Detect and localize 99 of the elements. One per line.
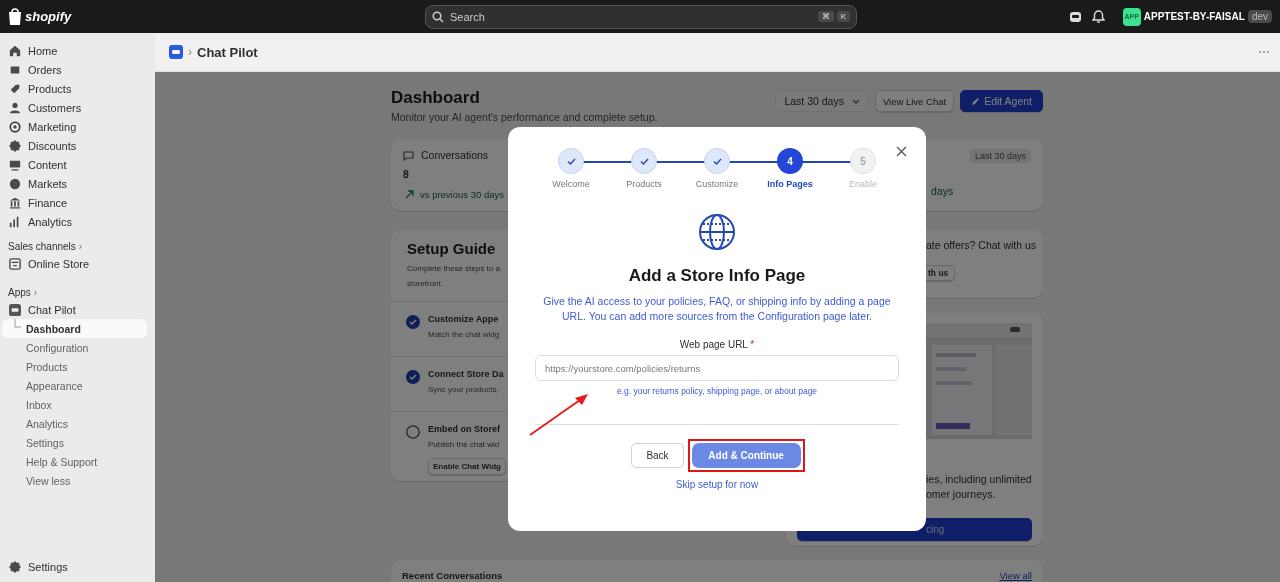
trend-text: days	[931, 185, 954, 197]
enable-widget-button[interactable]: Enable Chat Widg	[428, 458, 506, 475]
nav-item[interactable]: Online Store	[8, 254, 147, 273]
shortcut-key: K	[836, 11, 850, 22]
date-filter[interactable]: Last 30 days	[775, 90, 869, 112]
nav-item[interactable]: Marketing	[8, 117, 147, 136]
nav-icon	[9, 101, 21, 114]
nav-item[interactable]: Customers	[8, 98, 147, 117]
nav-sub-item[interactable]: Settings	[8, 433, 147, 452]
nav-item[interactable]: Products	[8, 79, 147, 98]
nav-sub-item[interactable]: Inbox	[8, 395, 147, 414]
step-label: Welcome	[552, 179, 590, 189]
step-title: Connect Store Da	[428, 369, 504, 379]
nav-item[interactable]: Markets	[8, 174, 147, 193]
period-badge: Last 30 days	[969, 149, 1031, 163]
nav-sub-item[interactable]: Analytics	[8, 414, 147, 433]
gear-icon	[9, 560, 21, 573]
check-icon	[712, 157, 722, 165]
app-icon	[169, 45, 183, 59]
store-icon	[9, 257, 21, 270]
nav-sub-item[interactable]: Help & Support	[8, 452, 147, 471]
shortcut-key: ⌘	[817, 11, 834, 22]
nav-item[interactable]: Home	[8, 41, 147, 60]
field-hint: e.g. your returns policy, shipping page, or about page	[616, 386, 818, 396]
search-field[interactable]: Search ⌘ K	[425, 4, 857, 29]
step-title: Embed on Storef	[428, 424, 500, 434]
step-label: Enable	[849, 179, 877, 189]
trend-up-icon	[405, 190, 414, 199]
page-title: Chat Pilot	[197, 44, 258, 60]
step-title: Customize Appe	[428, 314, 499, 324]
setup-guide-text: storefront.	[407, 278, 443, 290]
promo-text: ate offers? Chat with us	[926, 238, 1038, 253]
nav-item[interactable]: Orders	[8, 60, 147, 79]
url-input-field[interactable]: https://yourstore.com/policies/returns	[535, 355, 899, 381]
stat-value: 8	[403, 168, 410, 180]
view-all-link[interactable]: View all	[999, 570, 1032, 582]
view-less-link[interactable]: View less	[8, 471, 147, 490]
dashboard-subtitle: Monitor your AI agent's performance and complete setup.	[391, 111, 658, 123]
nav-icon	[9, 215, 21, 228]
nav-sub-item[interactable]: Products	[8, 357, 147, 376]
search-icon	[432, 10, 444, 23]
nav-sub-item[interactable]: Appearance	[8, 376, 147, 395]
nav-sub-item[interactable]: Configuration	[8, 338, 147, 357]
nav-icon	[9, 177, 21, 190]
tree-line-icon	[14, 319, 22, 331]
view-live-chat-button[interactable]: View Live Chat	[874, 90, 955, 112]
nav-sub-item[interactable]: Dashboard	[2, 319, 147, 338]
plan-text: omer journeys.	[926, 487, 997, 502]
step-label: Products	[626, 179, 662, 189]
dialog-title: Add a Store Info Page	[628, 266, 806, 286]
breadcrumb-separator: ›	[188, 45, 192, 59]
logo-text[interactable]: shopify	[25, 9, 72, 24]
nav-icon	[9, 120, 21, 133]
pencil-icon	[971, 96, 981, 106]
nav-item[interactable]: Content	[8, 155, 147, 174]
nav-icon	[9, 44, 21, 57]
section-heading[interactable]: Sales channels ›	[8, 238, 147, 254]
step-description: Sync your products,	[428, 384, 499, 396]
close-icon[interactable]	[896, 146, 907, 157]
setup-guide-title: Setup Guide	[407, 240, 497, 257]
globe-icon	[698, 213, 736, 251]
dashboard-title: Dashboard	[391, 88, 481, 108]
nav-item[interactable]: Discounts	[8, 136, 147, 155]
store-name[interactable]: APPTEST-BY-FAISAL	[1143, 11, 1245, 22]
nav-item[interactable]: Chat Pilot	[8, 300, 147, 319]
app-icon	[9, 303, 21, 316]
nav-item[interactable]: Analytics	[8, 212, 147, 231]
setup-guide-text: Complete these steps to a	[407, 263, 500, 275]
step-indicator: 5	[850, 148, 876, 174]
nav-icon	[9, 158, 21, 171]
check-icon	[639, 157, 649, 165]
bell-icon[interactable]	[1091, 9, 1105, 24]
back-button[interactable]: Back	[631, 443, 684, 468]
nav-icon	[9, 139, 21, 152]
step-label: Customize	[695, 179, 739, 189]
step-label: Info Pages	[767, 179, 813, 189]
annotation-arrow	[529, 394, 588, 436]
nav-icon	[9, 196, 21, 209]
nav-item[interactable]: Settings	[8, 557, 147, 576]
step-indicator: 4	[777, 148, 803, 174]
dialog-description: Give the AI access to your policies, FAQ, or shipping info by adding a page URL. You can add more sources from the Configuration page later.	[542, 294, 892, 324]
step-description: Publish the chat wid	[428, 439, 500, 451]
caret-icon	[851, 98, 860, 104]
trend-text: vs previous 30 days	[420, 189, 504, 200]
dev-badge: dev	[1247, 10, 1272, 23]
stat-label: Conversations	[421, 149, 489, 161]
chat-icon	[403, 149, 414, 161]
step-description: Match the chat widg	[428, 329, 500, 341]
recent-conversations-title: Recent Conversations	[402, 570, 503, 582]
search-input[interactable]: Search	[450, 10, 812, 23]
shopping-bag-icon	[8, 8, 22, 25]
plan-text: ies, including unlimited	[926, 472, 1033, 487]
nav-item[interactable]: Finance	[8, 193, 147, 212]
skip-setup-link[interactable]: Skip setup for now	[675, 479, 759, 490]
check-icon	[566, 157, 576, 165]
field-label: Web page URL *	[679, 339, 755, 350]
edit-agent-button[interactable]: Edit Agent	[960, 90, 1043, 112]
nav-icon	[9, 82, 21, 95]
section-heading[interactable]: Apps ›	[8, 284, 147, 300]
